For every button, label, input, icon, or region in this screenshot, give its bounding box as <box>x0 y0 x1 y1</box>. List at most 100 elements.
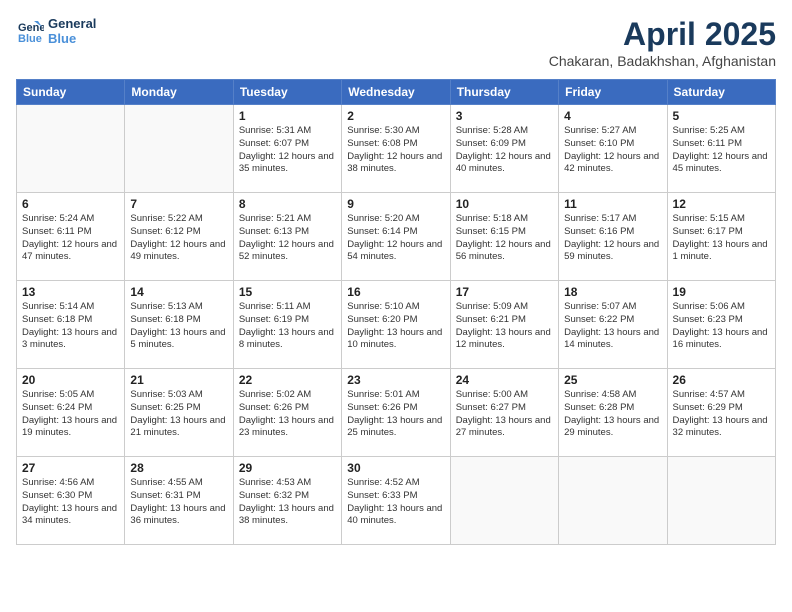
month-title: April 2025 <box>549 16 776 53</box>
calendar-cell: 7 Sunrise: 5:22 AM Sunset: 6:12 PM Daylig… <box>125 193 233 281</box>
weekday-header-thursday: Thursday <box>450 80 558 105</box>
day-info: Sunrise: 5:21 AM Sunset: 6:13 PM Dayligh… <box>239 213 336 264</box>
day-info: Sunrise: 5:13 AM Sunset: 6:18 PM Dayligh… <box>130 301 227 352</box>
week-row-4: 20 Sunrise: 5:05 AM Sunset: 6:24 PM Dayli… <box>17 369 776 457</box>
day-info: Sunrise: 5:03 AM Sunset: 6:25 PM Dayligh… <box>130 389 227 440</box>
calendar-cell <box>450 457 558 545</box>
calendar-cell: 3 Sunrise: 5:28 AM Sunset: 6:09 PM Daylig… <box>450 105 558 193</box>
logo-icon: General Blue <box>16 17 44 45</box>
calendar-cell: 6 Sunrise: 5:24 AM Sunset: 6:11 PM Daylig… <box>17 193 125 281</box>
title-area: April 2025 Chakaran, Badakhshan, Afghani… <box>549 16 776 69</box>
weekday-header-saturday: Saturday <box>667 80 775 105</box>
logo-line1: General <box>48 16 96 31</box>
day-info: Sunrise: 4:53 AM Sunset: 6:32 PM Dayligh… <box>239 477 336 528</box>
calendar-cell: 4Sunrise: 5:27 AM Sunset: 6:10 PM Daylig… <box>559 105 667 193</box>
svg-text:Blue: Blue <box>18 33 42 45</box>
day-number: 1 <box>239 109 336 123</box>
day-info: Sunrise: 5:28 AM Sunset: 6:09 PM Dayligh… <box>456 125 553 176</box>
calendar-cell: 18 Sunrise: 5:07 AM Sunset: 6:22 PM Dayli… <box>559 281 667 369</box>
day-number: 17 <box>456 285 553 299</box>
day-info: Sunrise: 5:09 AM Sunset: 6:21 PM Dayligh… <box>456 301 553 352</box>
location-title: Chakaran, Badakhshan, Afghanistan <box>549 53 776 69</box>
day-number: 13 <box>22 285 119 299</box>
calendar-cell: 2Sunrise: 5:30 AM Sunset: 6:08 PM Daylig… <box>342 105 450 193</box>
calendar-cell: 10 Sunrise: 5:18 AM Sunset: 6:15 PM Dayli… <box>450 193 558 281</box>
day-number: 24 <box>456 373 553 387</box>
day-info: Sunrise: 5:07 AM Sunset: 6:22 PM Dayligh… <box>564 301 661 352</box>
calendar-cell: 29Sunrise: 4:53 AM Sunset: 6:32 PM Dayli… <box>233 457 341 545</box>
calendar-cell <box>125 105 233 193</box>
weekday-header-tuesday: Tuesday <box>233 80 341 105</box>
day-info: Sunrise: 5:10 AM Sunset: 6:20 PM Dayligh… <box>347 301 444 352</box>
day-number: 6 <box>22 197 119 211</box>
calendar-cell: 5 Sunrise: 5:25 AM Sunset: 6:11 PM Daylig… <box>667 105 775 193</box>
day-info: Sunrise: 5:14 AM Sunset: 6:18 PM Dayligh… <box>22 301 119 352</box>
day-number: 30 <box>347 461 444 475</box>
weekday-header-row: SundayMondayTuesdayWednesdayThursdayFrid… <box>17 80 776 105</box>
day-info: Sunrise: 5:17 AM Sunset: 6:16 PM Dayligh… <box>564 213 661 264</box>
day-info: Sunrise: 5:27 AM Sunset: 6:10 PM Dayligh… <box>564 125 661 176</box>
day-info: Sunrise: 5:05 AM Sunset: 6:24 PM Dayligh… <box>22 389 119 440</box>
calendar-cell: 11 Sunrise: 5:17 AM Sunset: 6:16 PM Dayli… <box>559 193 667 281</box>
day-info: Sunrise: 4:56 AM Sunset: 6:30 PM Dayligh… <box>22 477 119 528</box>
logo: General Blue General Blue <box>16 16 96 46</box>
calendar-cell: 23 Sunrise: 5:01 AM Sunset: 6:26 PM Dayli… <box>342 369 450 457</box>
week-row-1: 1 Sunrise: 5:31 AM Sunset: 6:07 PM Daylig… <box>17 105 776 193</box>
calendar-cell: 15Sunrise: 5:11 AM Sunset: 6:19 PM Dayli… <box>233 281 341 369</box>
week-row-3: 13 Sunrise: 5:14 AM Sunset: 6:18 PM Dayli… <box>17 281 776 369</box>
day-info: Sunrise: 5:06 AM Sunset: 6:23 PM Dayligh… <box>673 301 770 352</box>
day-number: 20 <box>22 373 119 387</box>
calendar-cell: 17 Sunrise: 5:09 AM Sunset: 6:21 PM Dayli… <box>450 281 558 369</box>
day-number: 11 <box>564 197 661 211</box>
calendar-cell: 24 Sunrise: 5:00 AM Sunset: 6:27 PM Dayli… <box>450 369 558 457</box>
day-info: Sunrise: 5:18 AM Sunset: 6:15 PM Dayligh… <box>456 213 553 264</box>
calendar-cell <box>559 457 667 545</box>
weekday-header-monday: Monday <box>125 80 233 105</box>
day-info: Sunrise: 5:24 AM Sunset: 6:11 PM Dayligh… <box>22 213 119 264</box>
day-number: 23 <box>347 373 444 387</box>
calendar-cell: 22Sunrise: 5:02 AM Sunset: 6:26 PM Dayli… <box>233 369 341 457</box>
calendar-cell <box>17 105 125 193</box>
day-info: Sunrise: 5:00 AM Sunset: 6:27 PM Dayligh… <box>456 389 553 440</box>
day-info: Sunrise: 5:30 AM Sunset: 6:08 PM Dayligh… <box>347 125 444 176</box>
day-number: 22 <box>239 373 336 387</box>
calendar: SundayMondayTuesdayWednesdayThursdayFrid… <box>16 79 776 545</box>
weekday-header-wednesday: Wednesday <box>342 80 450 105</box>
day-number: 8 <box>239 197 336 211</box>
calendar-cell: 12 Sunrise: 5:15 AM Sunset: 6:17 PM Dayli… <box>667 193 775 281</box>
calendar-cell: 13 Sunrise: 5:14 AM Sunset: 6:18 PM Dayli… <box>17 281 125 369</box>
day-info: Sunrise: 4:52 AM Sunset: 6:33 PM Dayligh… <box>347 477 444 528</box>
header: General Blue General Blue April 2025 Cha… <box>16 16 776 69</box>
day-number: 5 <box>673 109 770 123</box>
day-info: Sunrise: 4:57 AM Sunset: 6:29 PM Dayligh… <box>673 389 770 440</box>
calendar-cell: 28 Sunrise: 4:55 AM Sunset: 6:31 PM Dayli… <box>125 457 233 545</box>
day-number: 14 <box>130 285 227 299</box>
week-row-5: 27 Sunrise: 4:56 AM Sunset: 6:30 PM Dayli… <box>17 457 776 545</box>
day-info: Sunrise: 5:25 AM Sunset: 6:11 PM Dayligh… <box>673 125 770 176</box>
day-number: 12 <box>673 197 770 211</box>
day-info: Sunrise: 4:58 AM Sunset: 6:28 PM Dayligh… <box>564 389 661 440</box>
day-number: 7 <box>130 197 227 211</box>
day-number: 19 <box>673 285 770 299</box>
day-number: 16 <box>347 285 444 299</box>
calendar-cell <box>667 457 775 545</box>
day-number: 18 <box>564 285 661 299</box>
day-info: Sunrise: 5:01 AM Sunset: 6:26 PM Dayligh… <box>347 389 444 440</box>
day-info: Sunrise: 4:55 AM Sunset: 6:31 PM Dayligh… <box>130 477 227 528</box>
calendar-cell: 30 Sunrise: 4:52 AM Sunset: 6:33 PM Dayli… <box>342 457 450 545</box>
calendar-cell: 9Sunrise: 5:20 AM Sunset: 6:14 PM Daylig… <box>342 193 450 281</box>
calendar-cell: 20 Sunrise: 5:05 AM Sunset: 6:24 PM Dayli… <box>17 369 125 457</box>
weekday-header-friday: Friday <box>559 80 667 105</box>
day-info: Sunrise: 5:20 AM Sunset: 6:14 PM Dayligh… <box>347 213 444 264</box>
calendar-cell: 16 Sunrise: 5:10 AM Sunset: 6:20 PM Dayli… <box>342 281 450 369</box>
day-info: Sunrise: 5:22 AM Sunset: 6:12 PM Dayligh… <box>130 213 227 264</box>
day-number: 21 <box>130 373 227 387</box>
day-info: Sunrise: 5:31 AM Sunset: 6:07 PM Dayligh… <box>239 125 336 176</box>
day-number: 3 <box>456 109 553 123</box>
week-row-2: 6 Sunrise: 5:24 AM Sunset: 6:11 PM Daylig… <box>17 193 776 281</box>
day-info: Sunrise: 5:15 AM Sunset: 6:17 PM Dayligh… <box>673 213 770 264</box>
day-number: 10 <box>456 197 553 211</box>
day-number: 27 <box>22 461 119 475</box>
day-number: 28 <box>130 461 227 475</box>
day-number: 15 <box>239 285 336 299</box>
